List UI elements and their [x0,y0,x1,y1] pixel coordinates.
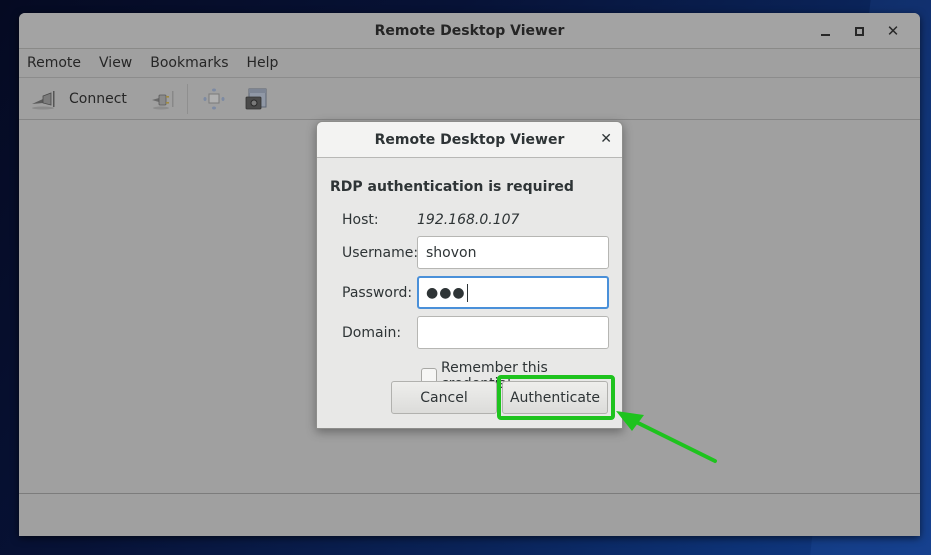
close-icon: ✕ [886,21,900,40]
password-label: Password: [342,285,413,301]
password-field[interactable]: ●●● [417,276,609,309]
toolbar: Connect [19,78,920,120]
maximize-icon [854,26,864,36]
connect-label: Connect [69,90,127,107]
window-titlebar[interactable]: Remote Desktop Viewer ✕ [19,13,920,49]
domain-label: Domain: [342,325,402,341]
dialog-title: Remote Desktop Viewer [374,131,565,148]
host-value: 192.168.0.107 [417,212,520,228]
host-label: Host: [342,212,379,228]
domain-field[interactable] [417,316,609,349]
window-title: Remote Desktop Viewer [374,22,565,39]
text-caret [466,283,468,302]
dialog-heading: RDP authentication is required [330,179,574,195]
menu-help[interactable]: Help [246,55,286,71]
minimize-icon [820,34,830,36]
auth-dialog: Remote Desktop Viewer ✕ RDP authenticati… [316,121,623,429]
cancel-button[interactable]: Cancel [391,381,497,414]
username-field[interactable]: shovon [417,236,609,269]
fullscreen-button[interactable] [202,83,226,115]
menu-remote[interactable]: Remote [27,55,89,71]
toolbar-separator [186,83,188,114]
screenshot-icon [245,88,267,109]
authenticate-button[interactable]: Authenticate [502,381,608,414]
password-masked-value: ●●● [426,284,466,301]
connect-button[interactable]: Connect [31,83,149,115]
fullscreen-icon [203,88,225,109]
dialog-close-icon[interactable]: ✕ [600,131,612,147]
menu-bookmarks[interactable]: Bookmarks [150,55,236,71]
username-value: shovon [426,244,477,261]
statusbar [19,494,920,534]
menubar: Remote View Bookmarks Help [19,49,920,78]
close-button[interactable]: ✕ [876,13,910,49]
disconnect-button[interactable] [149,83,175,115]
screenshot-button[interactable] [244,83,268,115]
connect-plug-icon [32,90,55,109]
minimize-button[interactable] [808,13,842,49]
dialog-titlebar[interactable]: Remote Desktop Viewer ✕ [317,122,622,158]
maximize-button[interactable] [842,13,876,49]
username-label: Username: [342,245,419,261]
disconnect-plug-icon [151,90,174,109]
window-controls: ✕ [808,13,910,49]
menu-view[interactable]: View [99,55,140,71]
